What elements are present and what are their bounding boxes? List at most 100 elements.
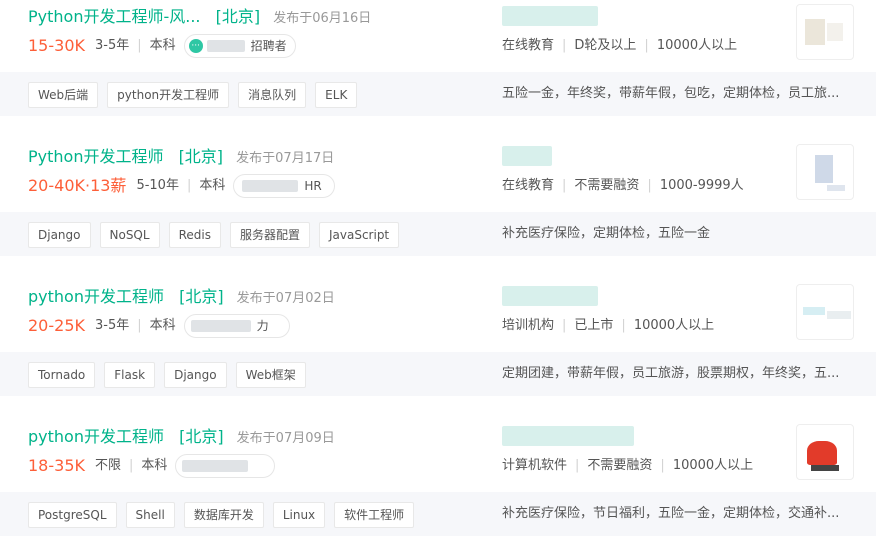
company-name-blurred[interactable] bbox=[502, 146, 552, 166]
skill-tag[interactable]: Linux bbox=[272, 502, 326, 528]
company-meta: 在线教育 | D轮及以上 | 10000人以上 bbox=[502, 34, 737, 58]
skill-tag[interactable]: Web后端 bbox=[28, 82, 99, 108]
company-stage: 不需要融资 bbox=[587, 458, 653, 473]
benefits: 五险一金，年终奖，带薪年假，包吃，定期体检，员工旅... bbox=[502, 86, 840, 101]
recruiter-name-blurred bbox=[206, 40, 245, 52]
logo-shape bbox=[811, 465, 839, 471]
divider: | bbox=[562, 38, 567, 53]
publish-date: 发布于07月17日 bbox=[236, 151, 335, 166]
recruiter-chat-button[interactable] bbox=[175, 454, 276, 478]
job-city: [北京] bbox=[179, 427, 224, 446]
divider: | bbox=[575, 458, 580, 473]
job-card-top: Python开发工程师-风... [北京] 发布于06月16日 15-30K 3… bbox=[0, 0, 876, 72]
skill-tag[interactable]: 软件工程师 bbox=[334, 502, 415, 528]
divider: | bbox=[647, 178, 652, 193]
tag-list: Web后端 python开发工程师 消息队列 ELK bbox=[28, 82, 358, 108]
job-card-top: Python开发工程师 [北京] 发布于07月17日 20-40K·13薪 5-… bbox=[0, 140, 876, 212]
recruiter-name-blurred bbox=[190, 320, 251, 332]
skill-tag[interactable]: Redis bbox=[168, 222, 221, 248]
job-card-top: python开发工程师 [北京] 发布于07月09日 18-35K 不限 | 本… bbox=[0, 420, 876, 492]
job-meta-line: 15-30K 3-5年 | 本科 ··· 招聘者 bbox=[28, 34, 296, 58]
company-meta: 在线教育 | 不需要融资 | 1000-9999人 bbox=[502, 174, 744, 198]
divider: | bbox=[129, 458, 134, 473]
chat-bubble-icon: ··· bbox=[188, 39, 203, 53]
salary: 20-40K·13薪 bbox=[28, 176, 127, 195]
company-logo[interactable] bbox=[796, 424, 854, 480]
company-stage: 已上市 bbox=[574, 318, 614, 333]
company-name-blurred[interactable] bbox=[502, 426, 634, 446]
skill-tag[interactable]: NoSQL bbox=[99, 222, 160, 248]
logo-shape bbox=[803, 307, 825, 315]
company-size: 10000人以上 bbox=[672, 458, 754, 473]
skill-tag[interactable]: Tornado bbox=[28, 362, 96, 388]
logo-shape bbox=[827, 23, 843, 41]
skill-tag[interactable]: ELK bbox=[315, 82, 358, 108]
tag-list: Django NoSQL Redis 服务器配置 JavaScript bbox=[28, 222, 400, 248]
experience: 5-10年 bbox=[136, 178, 179, 193]
job-card-bottom: Web后端 python开发工程师 消息队列 ELK 五险一金，年终奖，带薪年假… bbox=[0, 72, 876, 116]
company-name-blurred[interactable] bbox=[502, 286, 598, 306]
company-industry: 计算机软件 bbox=[502, 458, 568, 473]
job-title-link[interactable]: python开发工程师 bbox=[28, 287, 164, 306]
job-meta-line: 20-40K·13薪 5-10年 | 本科 HR bbox=[28, 174, 336, 198]
recruiter-label: 招聘者 bbox=[250, 39, 287, 53]
company-industry: 在线教育 bbox=[502, 38, 555, 53]
skill-tag[interactable]: Shell bbox=[125, 502, 175, 528]
skill-tag[interactable]: PostgreSQL bbox=[28, 502, 117, 528]
divider: | bbox=[137, 38, 142, 53]
recruiter-chat-button[interactable]: HR bbox=[233, 174, 336, 198]
title-line: Python开发工程师-风... [北京] 发布于06月16日 bbox=[28, 5, 371, 29]
job-meta-line: 18-35K 不限 | 本科 bbox=[28, 454, 276, 478]
logo-shape bbox=[827, 311, 851, 319]
company-stage: 不需要融资 bbox=[574, 178, 640, 193]
publish-date: 发布于06月16日 bbox=[273, 11, 372, 26]
divider: | bbox=[562, 318, 567, 333]
company-logo[interactable] bbox=[796, 284, 854, 340]
divider: | bbox=[644, 38, 649, 53]
job-card-bottom: Django NoSQL Redis 服务器配置 JavaScript 补充医疗… bbox=[0, 212, 876, 256]
skill-tag[interactable]: 消息队列 bbox=[238, 82, 307, 108]
job-card-bottom: Tornado Flask Django Web框架 定期团建，带薪年假，员工旅… bbox=[0, 352, 876, 396]
skill-tag[interactable]: 数据库开发 bbox=[183, 502, 264, 528]
company-size: 1000-9999人 bbox=[659, 178, 744, 193]
job-city: [北京] bbox=[178, 147, 224, 166]
skill-tag[interactable]: 服务器配置 bbox=[229, 222, 310, 248]
job-title-link[interactable]: Python开发工程师-风... bbox=[28, 7, 201, 26]
skill-tag[interactable]: Web框架 bbox=[235, 362, 306, 388]
logo-shape bbox=[805, 19, 825, 45]
company-stage: D轮及以上 bbox=[574, 38, 637, 53]
job-card-top: python开发工程师 [北京] 发布于07月02日 20-25K 3-5年 |… bbox=[0, 280, 876, 352]
education: 本科 bbox=[141, 458, 168, 473]
company-meta: 培训机构 | 已上市 | 10000人以上 bbox=[502, 314, 714, 338]
company-industry: 在线教育 bbox=[502, 178, 555, 193]
recruiter-name-blurred bbox=[242, 180, 299, 192]
salary: 20-25K bbox=[28, 316, 85, 335]
company-meta: 计算机软件 | 不需要融资 | 10000人以上 bbox=[502, 454, 753, 478]
company-size: 10000人以上 bbox=[656, 38, 738, 53]
logo-shape bbox=[807, 441, 837, 465]
skill-tag[interactable]: Django bbox=[28, 222, 91, 248]
recruiter-chat-button[interactable]: 力 bbox=[183, 314, 290, 338]
recruiter-chat-button[interactable]: ··· 招聘者 bbox=[183, 34, 296, 58]
skill-tag[interactable]: python开发工程师 bbox=[107, 82, 230, 108]
company-size: 10000人以上 bbox=[633, 318, 715, 333]
divider: | bbox=[562, 178, 567, 193]
benefits: 补充医疗保险，节日福利，五险一金，定期体检，交通补... bbox=[502, 506, 840, 521]
skill-tag[interactable]: Flask bbox=[104, 362, 156, 388]
company-logo[interactable] bbox=[796, 4, 854, 60]
company-logo[interactable] bbox=[796, 144, 854, 200]
divider: | bbox=[186, 178, 192, 193]
education: 本科 bbox=[199, 178, 226, 193]
benefits: 补充医疗保险，定期体检，五险一金 bbox=[502, 226, 711, 241]
skill-tag[interactable]: Django bbox=[164, 362, 227, 388]
company-name-blurred[interactable] bbox=[502, 6, 598, 26]
salary: 18-35K bbox=[28, 456, 85, 475]
job-title-link[interactable]: Python开发工程师 bbox=[28, 147, 163, 166]
job-meta-line: 20-25K 3-5年 | 本科 力 bbox=[28, 314, 290, 338]
job-title-link[interactable]: python开发工程师 bbox=[28, 427, 164, 446]
title-line: python开发工程师 [北京] 发布于07月02日 bbox=[28, 285, 335, 309]
skill-tag[interactable]: JavaScript bbox=[318, 222, 400, 248]
education: 本科 bbox=[149, 38, 176, 53]
logo-shape bbox=[815, 155, 833, 183]
education: 本科 bbox=[149, 318, 176, 333]
